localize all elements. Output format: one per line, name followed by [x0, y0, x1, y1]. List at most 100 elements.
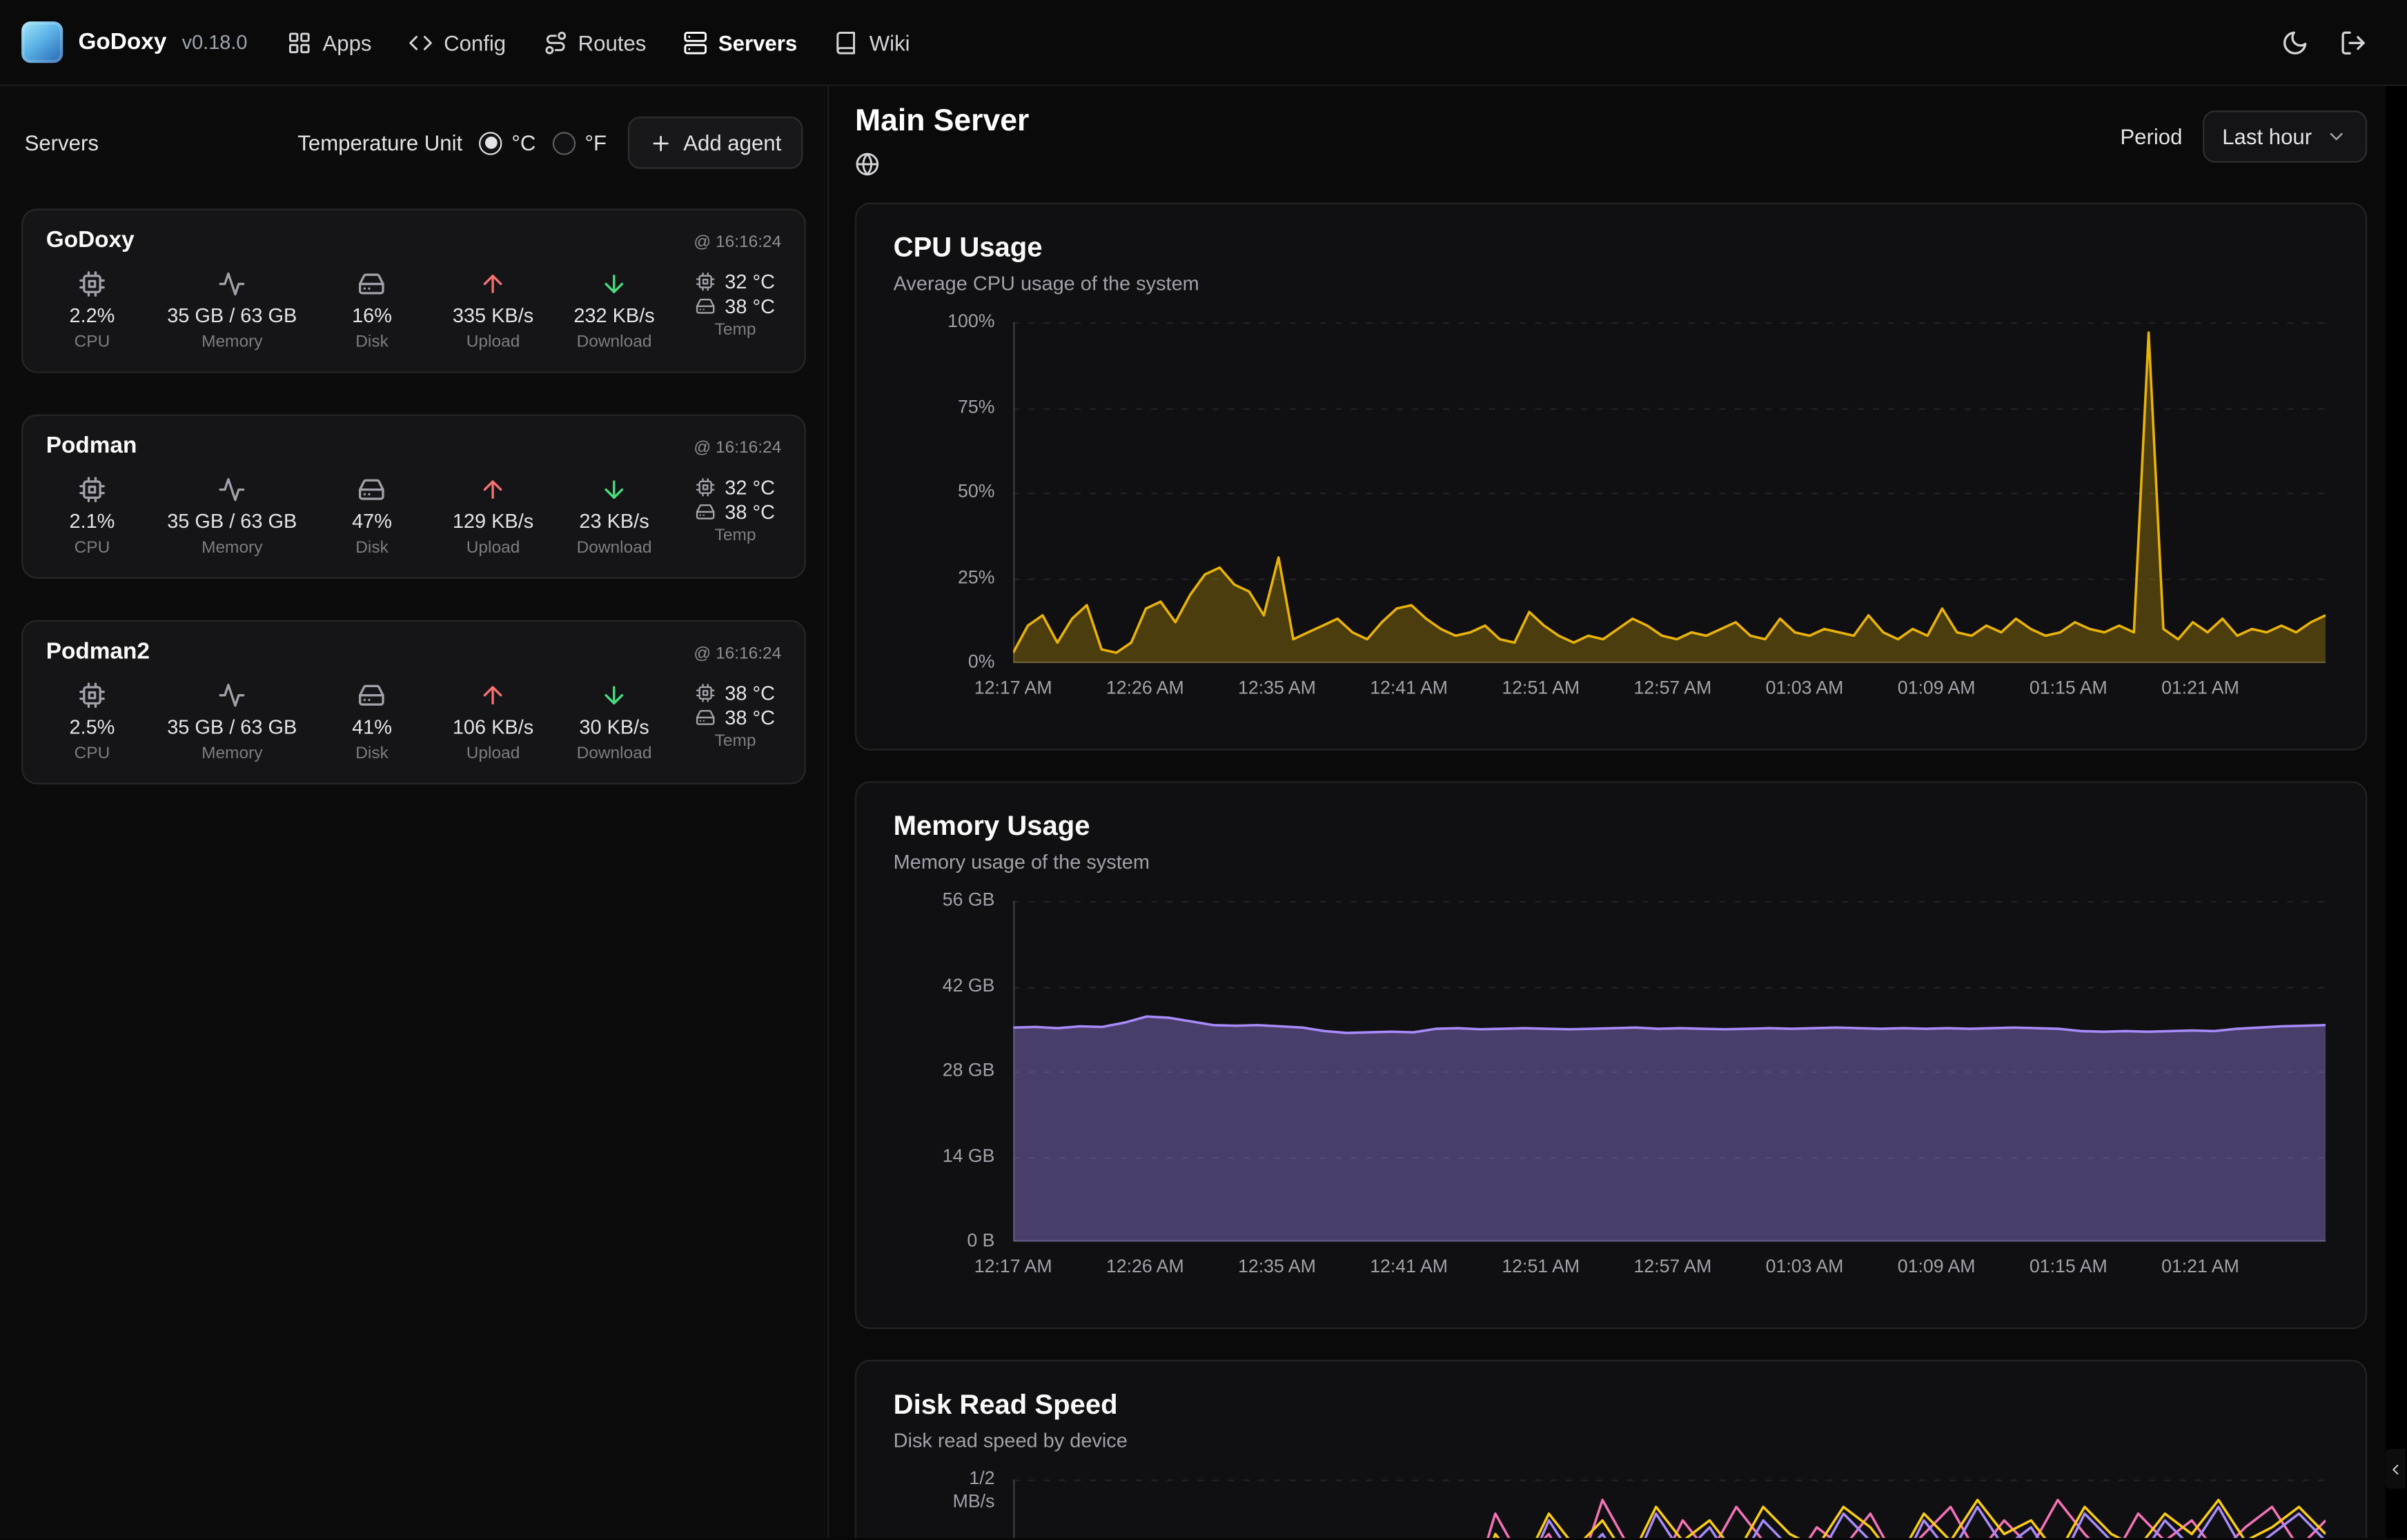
disk-temp-value: 38 °C [725, 500, 775, 523]
server-timestamp: @ 16:16:24 [694, 233, 781, 252]
chart-canvas [1013, 322, 2326, 663]
nav-config[interactable]: Config [409, 30, 506, 55]
upload-stat: 129 KB/s Upload [447, 476, 539, 557]
radio-dot-icon [480, 131, 502, 154]
cpu-value: 2.2% [69, 304, 115, 326]
add-agent-button[interactable]: Add agent [628, 117, 803, 169]
activity-icon [218, 682, 246, 709]
disk-temp-value: 38 °C [725, 706, 775, 729]
page-title: Main Server [855, 104, 1029, 139]
server-card-podman[interactable]: Podman @ 16:16:24 2.1% CPU 35 GB / 63 GB… [21, 415, 806, 579]
temp-stat: 32 °C 38 °C Temp [689, 476, 781, 545]
memory-stat: 35 GB / 63 GB Memory [167, 476, 297, 557]
y-axis-tick: 25% [894, 566, 995, 589]
nav-wiki[interactable]: Wiki [834, 30, 910, 55]
x-axis-tick: 12:41 AM [1370, 677, 1448, 698]
server-name: GoDoxy [46, 227, 135, 253]
disk-temp-value: 38 °C [725, 295, 775, 317]
cpu-value: 2.1% [69, 510, 115, 533]
radio-circle-icon [553, 131, 576, 154]
download-stat: 23 KB/s Download [568, 476, 660, 557]
disk-temp-icon [696, 296, 716, 316]
period-select[interactable]: Last hour [2202, 110, 2367, 163]
godoxy-logo[interactable] [21, 21, 63, 63]
download-arrow-icon [600, 682, 628, 709]
temp-label: Temp [715, 321, 756, 339]
x-axis-tick: 01:15 AM [2030, 1256, 2108, 1277]
godoxy-dashboard: GoDoxy v0.18.0 Apps Config Routes Server [0, 0, 2407, 1540]
cpu-temp-value: 32 °C [725, 476, 775, 499]
celsius-radio[interactable]: °C [480, 130, 536, 155]
x-axis-tick: 01:21 AM [2161, 677, 2239, 698]
download-value: 23 KB/s [579, 510, 649, 533]
y-axis-tick: 28 GB [894, 1059, 995, 1082]
period-value: Last hour [2222, 124, 2312, 149]
x-axis-tick: 12:51 AM [1502, 1256, 1580, 1277]
logout-button[interactable] [2339, 28, 2367, 56]
nav-apps-label: Apps [323, 30, 372, 55]
cpu-chip-icon [78, 270, 106, 298]
x-axis-tick: 12:41 AM [1370, 1256, 1448, 1277]
theme-toggle-button[interactable] [2281, 28, 2309, 56]
nav-servers-label: Servers [718, 30, 797, 55]
server-detail-panel: Main Server Period Last hour CPU Usage A… [829, 86, 2407, 1538]
download-label: Download [577, 539, 652, 557]
hard-drive-icon [358, 270, 386, 298]
nav-routes[interactable]: Routes [542, 30, 646, 55]
upload-stat: 106 KB/s Upload [447, 682, 539, 763]
cpu-temp-icon [696, 272, 716, 292]
x-axis-tick: 01:21 AM [2161, 1256, 2239, 1277]
memory-stat: 35 GB / 63 GB Memory [167, 270, 297, 352]
temp-stat: 32 °C 38 °C Temp [689, 270, 781, 339]
disk-temp-icon [696, 502, 716, 522]
hard-drive-icon [358, 682, 386, 709]
disk-read-speed-chart: 1/2 MB/s [894, 1479, 2329, 1538]
chart-canvas [1013, 901, 2326, 1242]
right-edge-panel [2386, 86, 2407, 1538]
navbar: GoDoxy v0.18.0 Apps Config Routes Server [0, 0, 2407, 86]
temp-label: Temp [715, 732, 756, 751]
nav-config-label: Config [444, 30, 506, 55]
upload-value: 106 KB/s [453, 715, 533, 738]
server-card-godoxy[interactable]: GoDoxy @ 16:16:24 2.2% CPU 35 GB / 63 GB… [21, 209, 806, 373]
book-icon [834, 30, 859, 55]
temp-stat: 38 °C 38 °C Temp [689, 682, 781, 751]
x-axis-tick: 12:35 AM [1238, 1256, 1316, 1277]
upload-label: Upload [466, 744, 520, 763]
main-nav: Apps Config Routes Servers Wiki [287, 30, 910, 55]
memory-usage-card: Memory Usage Memory usage of the system … [855, 781, 2367, 1329]
celsius-label: °C [511, 130, 536, 155]
x-axis-tick: 12:51 AM [1502, 677, 1580, 698]
version-label: v0.18.0 [182, 30, 248, 53]
nav-servers[interactable]: Servers [683, 30, 797, 55]
chevron-down-icon [2326, 126, 2347, 147]
server-card-podman2[interactable]: Podman2 @ 16:16:24 2.5% CPU 35 GB / 63 G… [21, 620, 806, 784]
cpu-temp-icon [696, 477, 716, 497]
download-stat: 30 KB/s Download [568, 682, 660, 763]
upload-label: Upload [466, 539, 520, 557]
server-name: Podman2 [46, 638, 150, 664]
chart-subtitle: Disk read speed by device [894, 1429, 2329, 1452]
globe-icon[interactable] [855, 152, 880, 177]
y-axis-tick: 1/2 MB/s [894, 1468, 995, 1514]
server-timestamp: @ 16:16:24 [694, 439, 781, 457]
download-stat: 232 KB/s Download [568, 270, 660, 352]
period-control: Period Last hour [2120, 110, 2367, 163]
x-axis-tick: 12:17 AM [974, 677, 1052, 698]
plus-icon [649, 131, 672, 154]
upload-arrow-icon [480, 270, 507, 298]
apps-grid-icon [287, 30, 312, 55]
nav-apps[interactable]: Apps [287, 30, 371, 55]
disk-label: Disk [355, 333, 389, 352]
cpu-stat: 2.5% CPU [46, 682, 138, 763]
disk-read-speed-card: Disk Read Speed Disk read speed by devic… [855, 1360, 2367, 1538]
add-agent-label: Add agent [683, 130, 781, 155]
cpu-usage-chart: 100%75%50%25%0%12:17 AM12:26 AM12:35 AM1… [894, 322, 2329, 709]
fahrenheit-label: °F [585, 130, 607, 155]
fahrenheit-radio[interactable]: °F [553, 130, 607, 155]
upload-arrow-icon [480, 476, 507, 504]
cpu-temp-icon [696, 683, 716, 703]
disk-stat: 41% Disk [326, 682, 417, 763]
collapse-panel-button[interactable] [2386, 1449, 2406, 1489]
download-label: Download [577, 333, 652, 352]
